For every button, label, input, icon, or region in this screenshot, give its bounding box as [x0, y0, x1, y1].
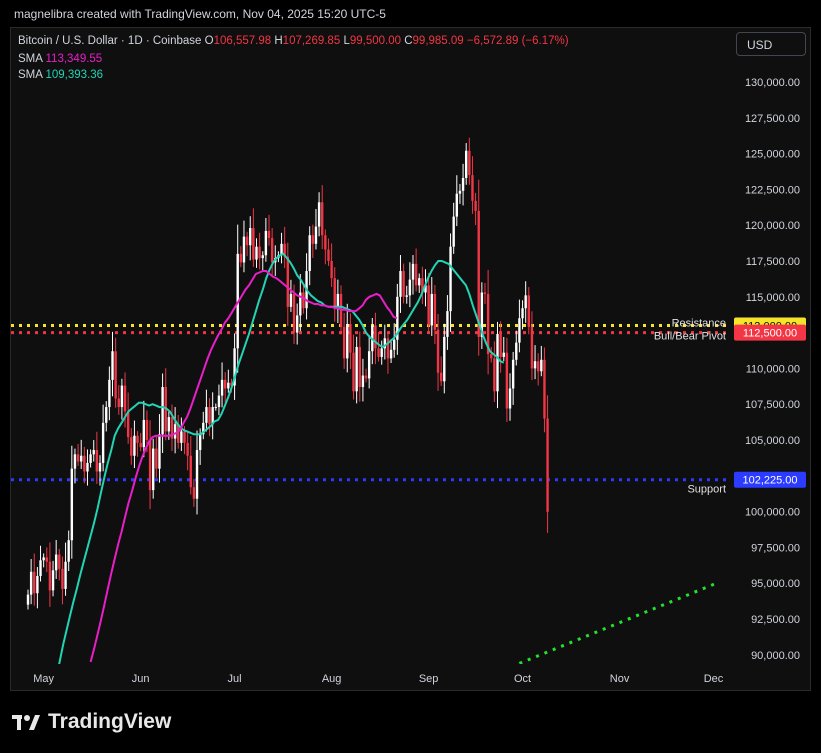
ohlc-close: 99,985.09 [412, 35, 464, 47]
symbol-title: Bitcoin / U.S. Dollar · 1D · Coinbase [18, 35, 202, 47]
symbol-legend: Bitcoin / U.S. Dollar · 1D · Coinbase O1… [18, 35, 569, 47]
brand-name: TradingView [48, 710, 172, 733]
sma-slow-label: SMA [18, 53, 43, 65]
ohlc-open: 106,557.98 [213, 35, 272, 47]
chart-frame[interactable] [10, 27, 811, 691]
ohlc-low: 99,500.00 [349, 35, 402, 47]
chart-caption: magnelibra created with TradingView.com,… [14, 7, 386, 21]
ohlc-high: 107,269.85 [282, 35, 341, 47]
sma-fast-label: SMA [18, 69, 43, 81]
sma-fast-value: 109,393.36 [45, 69, 104, 81]
ohlc-change: −6,572.89 (−6.17%) [466, 35, 569, 47]
tradingview-logo-icon [12, 715, 40, 730]
currency-button[interactable]: USD [736, 32, 806, 56]
ohlc-high-label: H [274, 35, 283, 47]
brand[interactable]: TradingView [12, 710, 171, 734]
sma-slow-value: 113,349.55 [45, 53, 103, 65]
ohlc-open-label: O [204, 35, 214, 47]
ohlc-close-label: C [404, 35, 413, 47]
sma-fast-legend[interactable]: SMA 109,393.36 [18, 69, 103, 81]
sma-slow-legend[interactable]: SMA 113,349.55 [18, 53, 102, 65]
